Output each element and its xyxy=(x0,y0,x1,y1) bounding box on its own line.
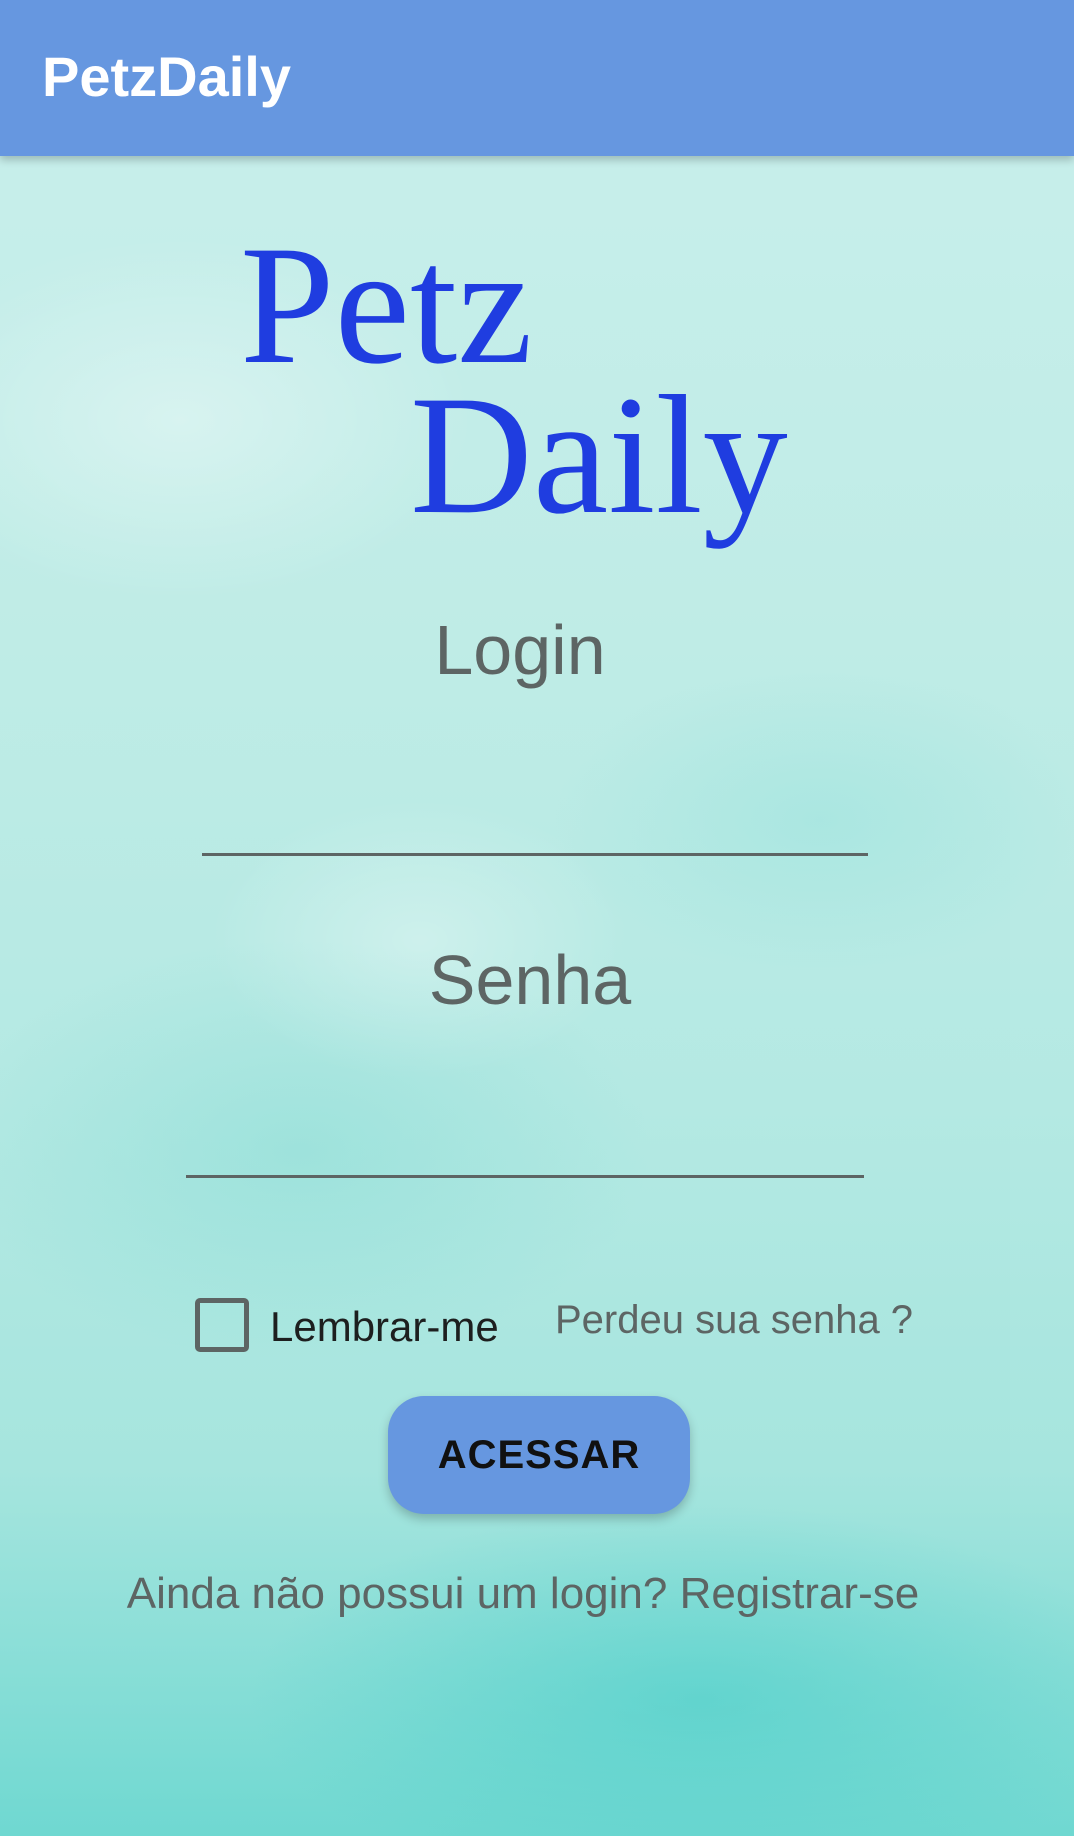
app-bar: PetzDaily xyxy=(0,0,1074,156)
password-input[interactable] xyxy=(186,1092,864,1178)
forgot-password-link[interactable]: Perdeu sua senha ? xyxy=(555,1295,913,1345)
app-title: PetzDaily xyxy=(42,45,291,108)
password-label: Senha xyxy=(428,941,632,1019)
login-input[interactable] xyxy=(202,770,868,856)
remember-me-label[interactable]: Lembrar-me xyxy=(270,1302,499,1352)
logo-text-daily: Daily xyxy=(410,361,788,549)
access-button[interactable]: ACESSAR xyxy=(388,1396,690,1514)
register-link[interactable]: Registrar-se xyxy=(680,1569,920,1618)
register-prompt-text: Ainda não possui um login? xyxy=(126,1569,668,1618)
petzdaily-logo: Petz Daily xyxy=(240,220,840,560)
register-prompt-row: Ainda não possui um login? Registrar-se xyxy=(0,1568,1046,1620)
remember-me-checkbox[interactable] xyxy=(195,1298,249,1352)
login-label: Login xyxy=(434,611,606,689)
